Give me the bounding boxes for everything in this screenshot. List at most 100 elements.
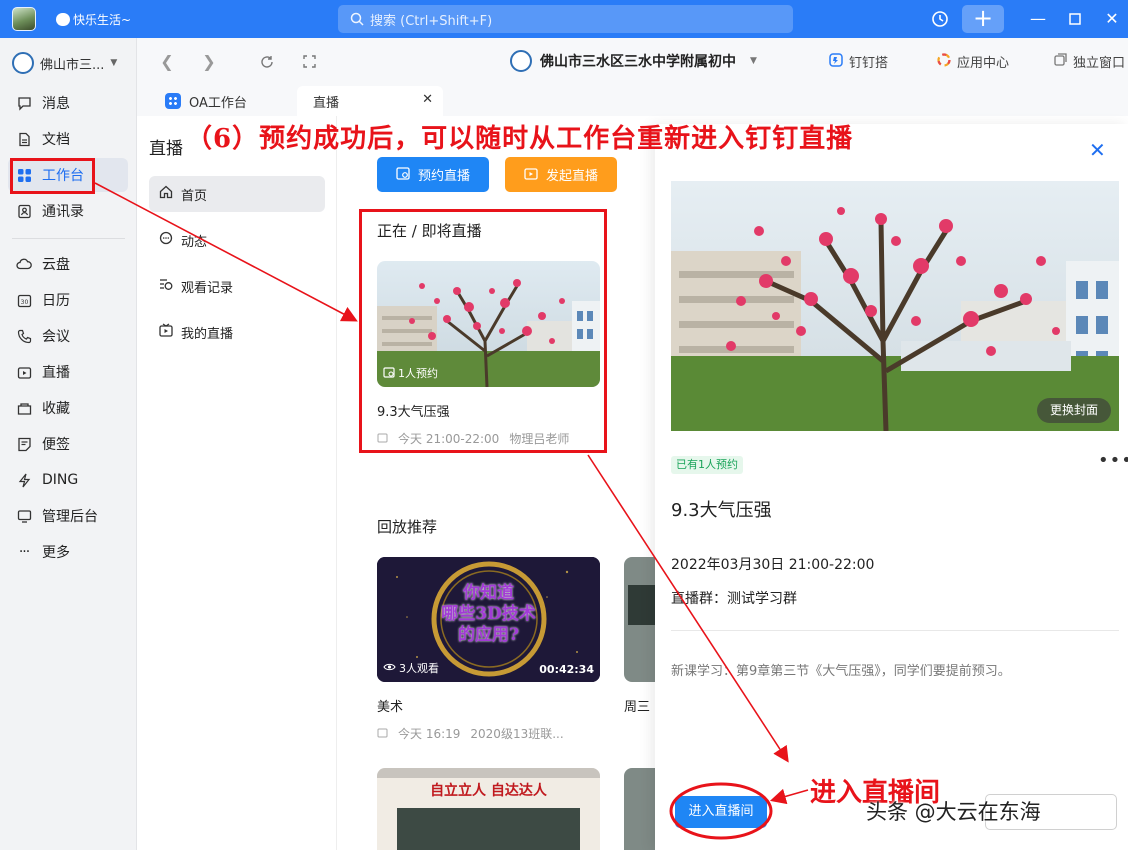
school-switcher[interactable]: 佛山市三水区三水中学附属初中 ▼ [510,50,757,72]
sidebar-item-label: 文档 [42,132,70,148]
replay-card-title[interactable]: 周三 [624,696,655,715]
poster-line-3: 的应用? [458,625,519,645]
sidebar-item-live[interactable]: 直播 [8,355,128,389]
close-icon[interactable]: ✕ [1100,7,1124,31]
sidebar-item-message[interactable]: 消息 [8,86,128,120]
sidebar-item-label: 更多 [42,545,70,561]
standalone-window-link[interactable]: 独立窗口 [1054,52,1125,71]
sidebar-item-admin[interactable]: 管理后台 [8,499,128,533]
forward-icon[interactable]: ❯ [199,52,219,72]
cover-image: 更换封面 [671,181,1119,431]
calendar-icon [396,166,410,184]
blackboard-shape [397,808,580,850]
minimize-icon[interactable]: — [1026,7,1050,31]
more-icon: ··· [18,544,30,560]
school-logo-icon [510,50,532,72]
tab-close-icon[interactable]: ✕ [422,92,433,107]
live-icon [16,364,32,380]
sidebar-item-favorite[interactable]: 收藏 [8,391,128,425]
school-title: 佛山市三水区三水中学附属初中 [540,54,736,70]
booked-badge: 已有1人预约 [671,456,743,474]
dingda-label: 钉钉搭 [849,56,889,71]
my-live-icon [159,323,173,341]
sidebar-item-calendar[interactable]: 30 日历 [8,283,128,317]
search-input[interactable]: 搜索 (Ctrl+Shift+F) [338,5,793,33]
back-icon[interactable]: ❮ [157,52,177,72]
history-icon[interactable] [928,7,952,31]
replay-thumbnail-classroom-2[interactable] [624,768,655,850]
dingda-link[interactable]: 钉钉搭 [829,52,888,71]
annotation-box-now-live [359,209,607,453]
plus-icon[interactable]: + [962,5,1004,33]
book-live-button[interactable]: 预约直播 [377,157,489,192]
duration: 00:42:34 [539,663,594,676]
sub-nav-home[interactable]: 首页 [149,176,325,212]
replay-card-title[interactable]: 美术 [377,696,403,715]
sidebar-item-meeting[interactable]: 会议 [8,319,128,353]
sidebar-item-label: 通讯录 [42,204,84,220]
sidebar-item-label: 收藏 [42,401,70,417]
start-live-icon [524,166,538,184]
poster-line-1: 你知道 [463,583,514,603]
sidebar-item-docs[interactable]: 文档 [8,122,128,156]
live-group: 直播群：测试学习群 [671,591,797,607]
tab-bar: OA工作台 直播 ✕ [137,86,1128,116]
tab-label: OA工作台 [189,95,247,111]
replay-thumbnail-art[interactable]: 你知道 哪些3D技术 的应用? 3人观看 00:42:34 [377,557,600,682]
start-live-button[interactable]: 发起直播 [505,157,617,192]
avatar[interactable] [12,7,36,31]
watermark: 头条 @大云在东海 [866,800,1041,824]
feed-icon [159,231,173,249]
more-options-icon[interactable]: ••• [1098,450,1128,471]
ding-icon [16,472,32,488]
sub-nav-label: 观看记录 [181,280,234,296]
sub-nav-label: 首页 [181,188,208,204]
fullscreen-icon[interactable] [299,52,319,72]
app-center-link[interactable]: 应用中心 [937,52,1009,71]
change-cover-button[interactable]: 更换封面 [1037,398,1111,423]
caret-down-icon: ▼ [750,56,757,66]
sidebar-item-note[interactable]: 便签 [8,427,128,461]
banner-text: 自立立人 自达达人 [430,783,547,799]
note-icon [16,436,32,452]
svg-text:30: 30 [20,299,28,306]
maximize-icon[interactable] [1063,7,1087,31]
enter-live-room-button[interactable]: 进入直播间 [675,796,767,828]
live-time: 2022年03月30日 21:00-22:00 [671,557,875,573]
annotation-step-title: （6）预约成功后，可以随时从工作台重新进入钉钉直播 [186,124,854,154]
sidebar-item-contacts[interactable]: 通讯录 [8,194,128,228]
panel-divider [671,630,1119,631]
sidebar-item-label: 便签 [42,437,70,453]
replay-time: 今天 16:19 [398,727,461,741]
kapok-tree-image [671,181,1119,431]
status-message[interactable]: 快乐生活~ [56,8,131,28]
panel-close-icon[interactable]: ✕ [1089,138,1106,162]
replay-card-meta: 今天 16:19 2020级13班联... [377,725,564,742]
sidebar-item-label: 消息 [42,96,70,112]
app-center-label: 应用中心 [957,56,1010,71]
standalone-window-label: 独立窗口 [1073,56,1126,71]
sub-nav-mylive[interactable]: 我的直播 [149,314,325,350]
refresh-icon[interactable] [257,52,277,72]
tab-live[interactable]: 直播 ✕ [297,86,443,116]
admin-icon [16,508,32,524]
dingda-icon [829,52,843,71]
live-title: 9.3大气压强 [671,500,772,521]
sidebar-item-cloud[interactable]: 云盘 [8,247,128,281]
org-switcher[interactable]: 佛山市三... ▼ [12,52,117,74]
home-icon [159,185,173,203]
ceiling-shape [377,768,600,778]
replay-group: 2020级13班联... [470,727,564,741]
cloud-icon [16,256,32,272]
caret-down-icon: ▼ [110,58,118,68]
calendar-icon: 30 [16,292,32,308]
sidebar-item-ding[interactable]: DING [8,463,128,497]
document-icon [16,131,32,147]
replay-thumbnail-banner[interactable]: 自立立人 自达达人 [377,768,600,850]
sidebar-item-label: 会议 [42,329,70,345]
sub-nav-feed[interactable]: 动态 [149,222,325,258]
phone-icon [16,328,32,344]
sub-nav-history[interactable]: 观看记录 [149,268,325,304]
sidebar-item-more[interactable]: ··· 更多 [8,535,128,569]
tab-oa-workbench[interactable]: OA工作台 [149,86,294,116]
